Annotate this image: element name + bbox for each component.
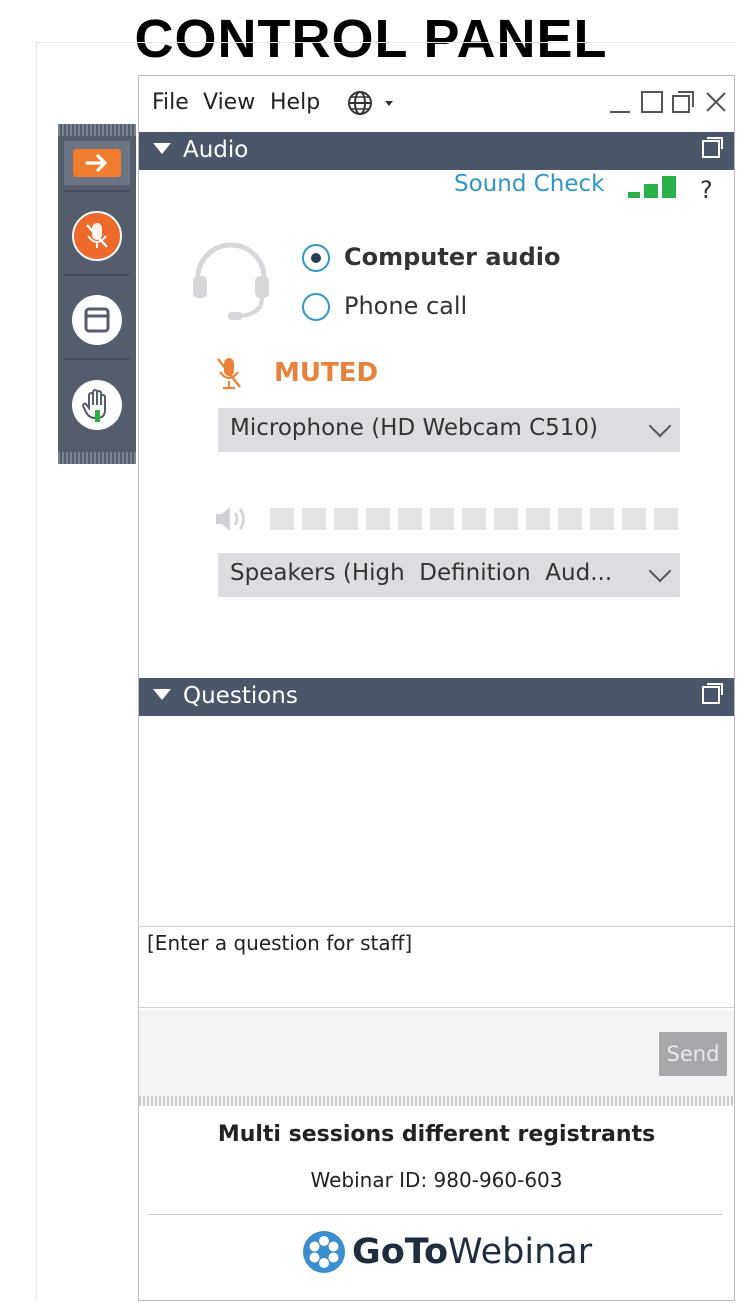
close-button[interactable] [704,90,728,116]
send-area [139,1010,734,1100]
question-input[interactable] [139,926,734,1008]
computer-audio-radio[interactable] [302,244,330,272]
footer-divider [148,1214,722,1215]
popout-window-button[interactable] [671,90,695,116]
sound-check-link[interactable]: Sound Check [454,171,605,197]
speaker-icon [214,504,254,534]
microphone-select-value: Microphone (HD Webcam C510) [230,415,599,441]
volume-meter-segment [622,508,646,530]
close-icon [706,92,726,112]
sidebar-divider [64,190,130,192]
volume-meter-segment [494,508,518,530]
audio-pane-title: Audio [183,137,249,163]
gotowebinar-wordmark: GoToWebinar [352,1232,592,1272]
language-menu[interactable] [346,88,396,118]
brand-regular: Webinar [448,1232,593,1272]
mute-toggle-button[interactable] [72,211,122,261]
outer-frame-left [36,42,37,1300]
toggle-panels-button[interactable] [72,295,122,345]
questions-log[interactable] [139,716,734,924]
audio-pane-header[interactable]: Audio [139,132,734,170]
raise-hand-button[interactable] [72,380,122,430]
popout-icon[interactable] [702,683,723,704]
volume-meter-segment [558,508,582,530]
raise-hand-icon [82,389,106,422]
headset-icon [190,238,272,322]
mic-muted-icon[interactable] [214,355,244,391]
session-name: Multi sessions different registrants [217,1122,656,1147]
window-icon [84,307,110,333]
volume-meter-segment [366,508,390,530]
questions-pane-header[interactable]: Questions [139,678,734,716]
menu-help[interactable]: Help [270,90,320,115]
page-heading: CONTROL PANEL [134,9,608,69]
collapse-panel-button[interactable] [64,141,130,185]
phone-call-radio[interactable] [302,293,330,321]
computer-audio-label[interactable]: Computer audio [344,243,561,271]
volume-meter-segment [334,508,358,530]
volume-meter-segment [398,508,422,530]
maximize-icon [641,91,663,113]
speakers-select[interactable]: Speakers (High Definition Aud... [218,553,680,597]
sidebar-divider [64,274,130,276]
muted-status: MUTED [274,358,379,388]
maximize-button[interactable] [640,90,664,116]
arrow-right-icon [73,149,121,177]
menu-file[interactable]: File [152,90,189,115]
collapse-triangle-icon [153,143,171,154]
chevron-down-icon [648,559,672,583]
chevron-down-icon [648,414,672,438]
outer-frame-top [36,42,736,43]
popout-icon [672,91,694,113]
radio-selected-dot [311,253,321,263]
volume-meter-segment [590,508,614,530]
mic-muted-icon [86,223,108,248]
gotowebinar-logo-icon [300,1228,348,1278]
volume-meter-segment [270,508,294,530]
volume-meter-segment [654,508,678,530]
minimize-icon [610,111,630,113]
audio-help-button[interactable]: ? [700,176,713,204]
grab-tab-grip-top[interactable] [58,124,136,136]
signal-strength-icon [628,174,682,200]
collapse-triangle-icon [153,689,171,700]
phone-call-label[interactable]: Phone call [344,292,467,320]
minimize-button[interactable] [608,90,632,116]
sidebar-divider [64,358,130,360]
microphone-select[interactable]: Microphone (HD Webcam C510) [218,408,680,452]
volume-meter-segment [430,508,454,530]
questions-pane-title: Questions [183,683,298,709]
menu-view[interactable]: View [203,90,255,115]
volume-meter-segment [526,508,550,530]
grab-tab-grip-bottom[interactable] [58,452,136,464]
brand-bold: GoTo [352,1232,449,1272]
popout-icon[interactable] [702,137,723,158]
speakers-select-value: Speakers (High Definition Aud... [230,560,613,586]
volume-meter-segment [302,508,326,530]
volume-meter-segment [462,508,486,530]
send-button[interactable]: Send [659,1032,727,1076]
resize-grip[interactable] [139,1096,734,1106]
webinar-id: Webinar ID: 980-960-603 [310,1168,563,1192]
speaker-volume-meter [270,0,680,1]
globe-icon [348,91,393,115]
